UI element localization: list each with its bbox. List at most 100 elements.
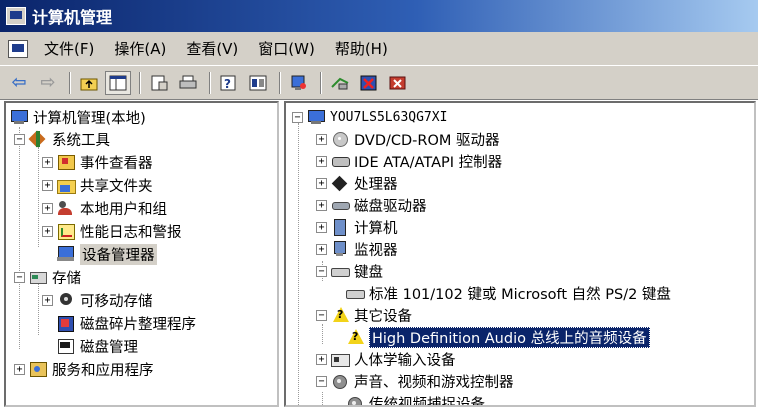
console-tree-pane[interactable]: 计算机管理(本地) − 系统工具 + 事件查看器 + 共享文件夹 + 本地用户和…	[4, 101, 279, 407]
performance-logs-icon	[57, 223, 75, 240]
expand-toggle[interactable]: +	[42, 179, 53, 191]
tree-node-label: 性能日志和警报	[80, 224, 182, 241]
device-category-other-devices[interactable]: − 其它设备	[316, 304, 412, 326]
help-icon: ?	[220, 75, 236, 91]
show-hide-console-tree-button[interactable]	[105, 70, 131, 95]
console-button[interactable]	[245, 71, 271, 95]
collapse-toggle[interactable]: −	[316, 309, 327, 321]
device-category-dvd-cdrom[interactable]: + DVD/CD-ROM 驱动器	[316, 128, 500, 150]
menu-file[interactable]: 文件(F)	[34, 38, 104, 59]
device-category-hid[interactable]: + 人体学输入设备	[316, 348, 456, 370]
computer-management-icon	[10, 109, 28, 125]
tree-node-system-tools[interactable]: − 系统工具	[14, 128, 110, 150]
expand-toggle[interactable]: +	[42, 225, 53, 237]
tree-node-computer-management[interactable]: 计算机管理(本地)	[10, 106, 146, 128]
expand-toggle[interactable]: +	[42, 156, 53, 168]
uninstall-device-button[interactable]	[385, 71, 411, 95]
dvd-drive-icon	[331, 131, 349, 147]
tree-node-label: 计算机管理(本地)	[33, 110, 146, 127]
collapse-toggle[interactable]: −	[292, 111, 303, 123]
keyboard-icon	[346, 285, 365, 301]
menu-action[interactable]: 操作(A)	[104, 38, 176, 59]
disable-device-button[interactable]	[356, 71, 382, 95]
collapse-toggle[interactable]: −	[14, 271, 25, 283]
tree-node-storage[interactable]: − 存储	[14, 266, 81, 288]
expand-toggle[interactable]: +	[316, 353, 327, 365]
video-capture-icon	[346, 395, 364, 405]
device-category-computer[interactable]: + 计算机	[316, 216, 398, 238]
menu-view[interactable]: 查看(V)	[176, 38, 248, 59]
print-icon	[179, 75, 197, 88]
device-category-sound-video-game[interactable]: − 声音、视频和游戏控制器	[316, 370, 514, 392]
help-button[interactable]: ?	[216, 71, 242, 95]
expand-toggle[interactable]: +	[42, 202, 53, 214]
toolbar-separator	[69, 71, 71, 94]
disable-device-icon	[360, 75, 377, 90]
expand-toggle[interactable]: +	[316, 199, 327, 211]
tree-node-label: 系统工具	[52, 132, 110, 149]
device-category-monitors[interactable]: + 监视器	[316, 238, 398, 260]
tree-node-label: 可移动存储	[80, 293, 153, 310]
window-titlebar[interactable]: 计算机管理	[0, 0, 758, 32]
forward-arrow-icon: ⇨	[40, 72, 56, 93]
device-item-label: 标准 101/102 键或 Microsoft 自然 PS/2 键盘	[369, 286, 671, 303]
forward-button[interactable]: ⇨	[35, 71, 61, 95]
scan-hardware-changes-button[interactable]	[286, 71, 312, 95]
device-category-processors[interactable]: + 处理器	[316, 172, 398, 194]
device-manager-icon	[57, 246, 75, 262]
tree-node-performance-logs[interactable]: + 性能日志和警报	[42, 220, 182, 242]
tree-node-label: 本地用户和组	[80, 201, 167, 218]
menu-help[interactable]: 帮助(H)	[325, 38, 398, 59]
collapse-toggle[interactable]: −	[14, 133, 25, 145]
content-panes: 计算机管理(本地) − 系统工具 + 事件查看器 + 共享文件夹 + 本地用户和…	[4, 101, 756, 407]
disk-defragmenter-icon	[57, 315, 75, 332]
tree-node-services-applications[interactable]: + 服务和应用程序	[14, 358, 154, 380]
tree-connector	[19, 127, 20, 349]
expand-toggle[interactable]: +	[316, 221, 327, 233]
device-item-label: High Definition Audio 总线上的音频设备	[369, 326, 650, 348]
device-category-label: 声音、视频和游戏控制器	[354, 374, 514, 391]
device-category-label: 处理器	[354, 176, 398, 193]
expand-toggle[interactable]: +	[14, 363, 25, 375]
collapse-toggle[interactable]: −	[316, 375, 327, 387]
device-list-pane[interactable]: − YOU7LS5L63QG7XI + DVD/CD-ROM 驱动器 + IDE…	[284, 101, 756, 407]
device-item-video-capture[interactable]: 传统视频捕捉设备	[346, 392, 485, 405]
device-category-ide-controllers[interactable]: + IDE ATA/ATAPI 控制器	[316, 150, 502, 172]
services-applications-icon	[29, 361, 47, 377]
expand-toggle[interactable]: +	[42, 294, 53, 306]
up-one-level-button[interactable]	[76, 71, 102, 95]
print-button[interactable]	[175, 71, 201, 95]
computer-icon	[307, 109, 325, 125]
update-driver-button[interactable]	[327, 71, 353, 95]
tree-node-device-manager[interactable]: 设备管理器	[57, 243, 157, 265]
device-category-label: 其它设备	[354, 308, 412, 325]
tree-node-shared-folders[interactable]: + 共享文件夹	[42, 174, 153, 196]
tree-node-disk-defragmenter[interactable]: 磁盘碎片整理程序	[57, 312, 196, 334]
expand-toggle[interactable]: +	[316, 133, 327, 145]
properties-button[interactable]	[146, 71, 172, 95]
tree-connector	[38, 147, 39, 247]
expand-toggle[interactable]: +	[316, 177, 327, 189]
tree-node-label: 设备管理器	[80, 243, 157, 265]
device-item-standard-keyboard[interactable]: 标准 101/102 键或 Microsoft 自然 PS/2 键盘	[346, 282, 671, 304]
tree-node-disk-management[interactable]: 磁盘管理	[57, 335, 138, 357]
device-category-keyboards[interactable]: − 键盘	[316, 260, 383, 282]
expand-toggle[interactable]: +	[316, 155, 327, 167]
back-button[interactable]: ⇦	[6, 71, 32, 95]
device-category-label: IDE ATA/ATAPI 控制器	[354, 154, 503, 171]
menu-window[interactable]: 窗口(W)	[248, 38, 325, 59]
tree-node-removable-storage[interactable]: + 可移动存储	[42, 289, 153, 311]
device-category-disk-drives[interactable]: + 磁盘驱动器	[316, 194, 427, 216]
processor-icon	[331, 175, 349, 191]
device-category-label: 监视器	[354, 242, 398, 259]
collapse-toggle[interactable]: −	[316, 265, 327, 277]
svg-text:?: ?	[224, 77, 231, 91]
device-node-computer-root[interactable]: − YOU7LS5L63QG7XI	[292, 106, 447, 128]
sound-video-icon	[331, 373, 349, 389]
tree-node-event-viewer[interactable]: + 事件查看器	[42, 151, 153, 173]
expand-toggle[interactable]: +	[316, 243, 327, 255]
mmc-system-menu-icon[interactable]	[8, 39, 28, 58]
tree-node-local-users-groups[interactable]: + 本地用户和组	[42, 197, 167, 219]
device-item-hd-audio[interactable]: High Definition Audio 总线上的音频设备	[346, 326, 650, 348]
removable-storage-icon	[57, 292, 75, 308]
